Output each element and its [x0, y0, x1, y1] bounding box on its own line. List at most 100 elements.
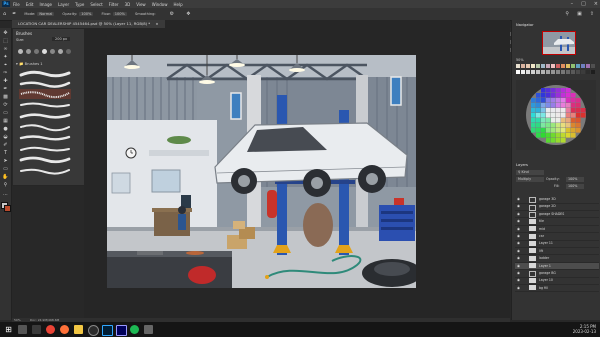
menu-filter[interactable]: Filter	[109, 2, 119, 7]
task-view-icon[interactable]	[32, 325, 41, 334]
brush-stroke-preview[interactable]	[19, 166, 71, 176]
menu-type[interactable]: Type	[75, 2, 84, 7]
color-wheel-cell[interactable]	[576, 98, 581, 103]
layer-row[interactable]: ◉ Layer 11	[515, 240, 599, 248]
layer-group-row[interactable]: ◉ garage BG	[515, 270, 599, 278]
layer-row[interactable]: ◉ bg fill	[515, 285, 599, 293]
color-wheel-cell[interactable]	[536, 103, 541, 108]
home-icon[interactable]: ⌂	[3, 11, 6, 17]
layer-filter-select[interactable]: ⚲ Kind	[516, 170, 544, 175]
color-wheel-cell[interactable]	[546, 93, 551, 98]
system-tray-clock[interactable]: 2:15 PM 2023-02-13	[573, 324, 596, 334]
color-wheel-cell[interactable]	[566, 133, 571, 138]
color-wheel-cell[interactable]	[546, 118, 551, 123]
gear-icon[interactable]: ⚙	[170, 11, 174, 17]
type-tool-icon[interactable]: T	[2, 150, 9, 156]
color-wheel-cell[interactable]	[566, 103, 571, 108]
brush-stroke-preview[interactable]	[19, 69, 71, 79]
color-wheel-cell[interactable]	[551, 113, 556, 118]
layer-row[interactable]: ◉ mid	[515, 226, 599, 234]
layer-row[interactable]: ◉ Layer 1	[515, 262, 599, 271]
brush-stroke-preview[interactable]	[19, 155, 71, 165]
brush-tip[interactable]	[50, 49, 55, 54]
color-swatch[interactable]	[566, 70, 570, 74]
color-swatch[interactable]	[541, 70, 545, 74]
layer-row[interactable]: ◉ lift	[515, 248, 599, 256]
brush-tip[interactable]	[26, 49, 31, 54]
gradient-tool-icon[interactable]: ▦	[2, 118, 9, 124]
color-swatch[interactable]	[526, 70, 530, 74]
visibility-eye-icon[interactable]: ◉	[517, 277, 520, 284]
color-wheel-cell[interactable]	[531, 108, 536, 113]
color-wheel-cell[interactable]	[581, 108, 586, 113]
navigator-thumbnail[interactable]	[542, 31, 576, 55]
color-wheel-cell[interactable]	[566, 118, 571, 123]
color-wheel-cell[interactable]	[536, 128, 541, 133]
visibility-eye-icon[interactable]: ◉	[517, 248, 520, 255]
color-wheel-cell[interactable]	[531, 98, 536, 103]
brush-stroke-preview[interactable]	[19, 89, 71, 99]
symmetry-icon[interactable]: ❖	[186, 11, 190, 17]
menu-edit[interactable]: Edit	[26, 2, 34, 7]
color-swatch[interactable]	[526, 64, 530, 68]
color-wheel-cell[interactable]	[581, 113, 586, 118]
color-wheel-cell[interactable]	[566, 88, 571, 93]
layer-row[interactable]: ◉ Layer 10	[515, 277, 599, 285]
firefox-icon[interactable]	[60, 325, 69, 334]
menu-layer[interactable]: Layer	[58, 2, 69, 7]
visibility-eye-icon[interactable]: ◉	[517, 196, 520, 203]
color-swatch[interactable]	[556, 70, 560, 74]
color-wheel-cell[interactable]	[551, 118, 556, 123]
color-wheel-cell[interactable]	[561, 93, 566, 98]
color-wheel-cell[interactable]	[546, 103, 551, 108]
color-wheel-cell[interactable]	[551, 108, 556, 113]
more-tools-icon[interactable]: ⋯	[2, 192, 9, 198]
spotify-icon[interactable]	[130, 325, 139, 334]
color-swatch[interactable]	[521, 64, 525, 68]
color-wheel-cell[interactable]	[531, 113, 536, 118]
crop-tool-icon[interactable]: ⌖	[2, 62, 9, 68]
color-swatch[interactable]	[541, 64, 545, 68]
color-swatch[interactable]	[516, 64, 520, 68]
color-wheel-cell[interactable]	[571, 123, 576, 128]
color-wheel-cell[interactable]	[546, 88, 551, 93]
dodge-tool-icon[interactable]: ◒	[2, 134, 9, 140]
visibility-eye-icon[interactable]: ◉	[517, 255, 520, 262]
color-wheel-cell[interactable]	[571, 108, 576, 113]
color-wheel-cell[interactable]	[566, 98, 571, 103]
color-wheel-cell[interactable]	[536, 98, 541, 103]
color-wheel-cell[interactable]	[571, 113, 576, 118]
color-wheel-cell[interactable]	[561, 113, 566, 118]
color-wheel-cell[interactable]	[541, 118, 546, 123]
color-wheel-cell[interactable]	[566, 113, 571, 118]
after-effects-icon[interactable]	[116, 325, 127, 336]
color-swatch[interactable]	[566, 64, 570, 68]
search-icon[interactable]: ⚲	[565, 11, 569, 17]
color-wheel-cell[interactable]	[576, 123, 581, 128]
color-wheel-cell[interactable]	[546, 128, 551, 133]
brush-stroke-preview[interactable]	[19, 111, 71, 121]
color-swatch[interactable]	[536, 64, 540, 68]
color-wheel-cell[interactable]	[561, 118, 566, 123]
menu-view[interactable]: View	[136, 2, 146, 7]
blur-tool-icon[interactable]: ●	[2, 126, 9, 132]
color-wheel-cell[interactable]	[571, 118, 576, 123]
color-wheel-cell[interactable]	[556, 88, 561, 93]
color-wheel-cell[interactable]	[561, 103, 566, 108]
layer-row[interactable]: ◉ tile	[515, 218, 599, 226]
color-wheel-cell[interactable]	[536, 108, 541, 113]
menu-3d[interactable]: 3D	[125, 2, 131, 7]
color-picker[interactable]	[516, 80, 596, 150]
color-wheel-cell[interactable]	[541, 93, 546, 98]
color-wheel-cell[interactable]	[561, 133, 566, 138]
color-swatch[interactable]	[586, 70, 590, 74]
color-wheel-cell[interactable]	[546, 123, 551, 128]
navigator-zoom[interactable]: 50%	[516, 58, 524, 62]
search-icon[interactable]	[18, 325, 27, 334]
color-wheel-cell[interactable]	[541, 103, 546, 108]
share-icon[interactable]: ⇧	[590, 11, 594, 17]
hand-tool-icon[interactable]: ✋	[2, 174, 9, 180]
color-swatch[interactable]	[586, 64, 590, 68]
color-swatch[interactable]	[561, 70, 565, 74]
color-swatch[interactable]	[551, 70, 555, 74]
